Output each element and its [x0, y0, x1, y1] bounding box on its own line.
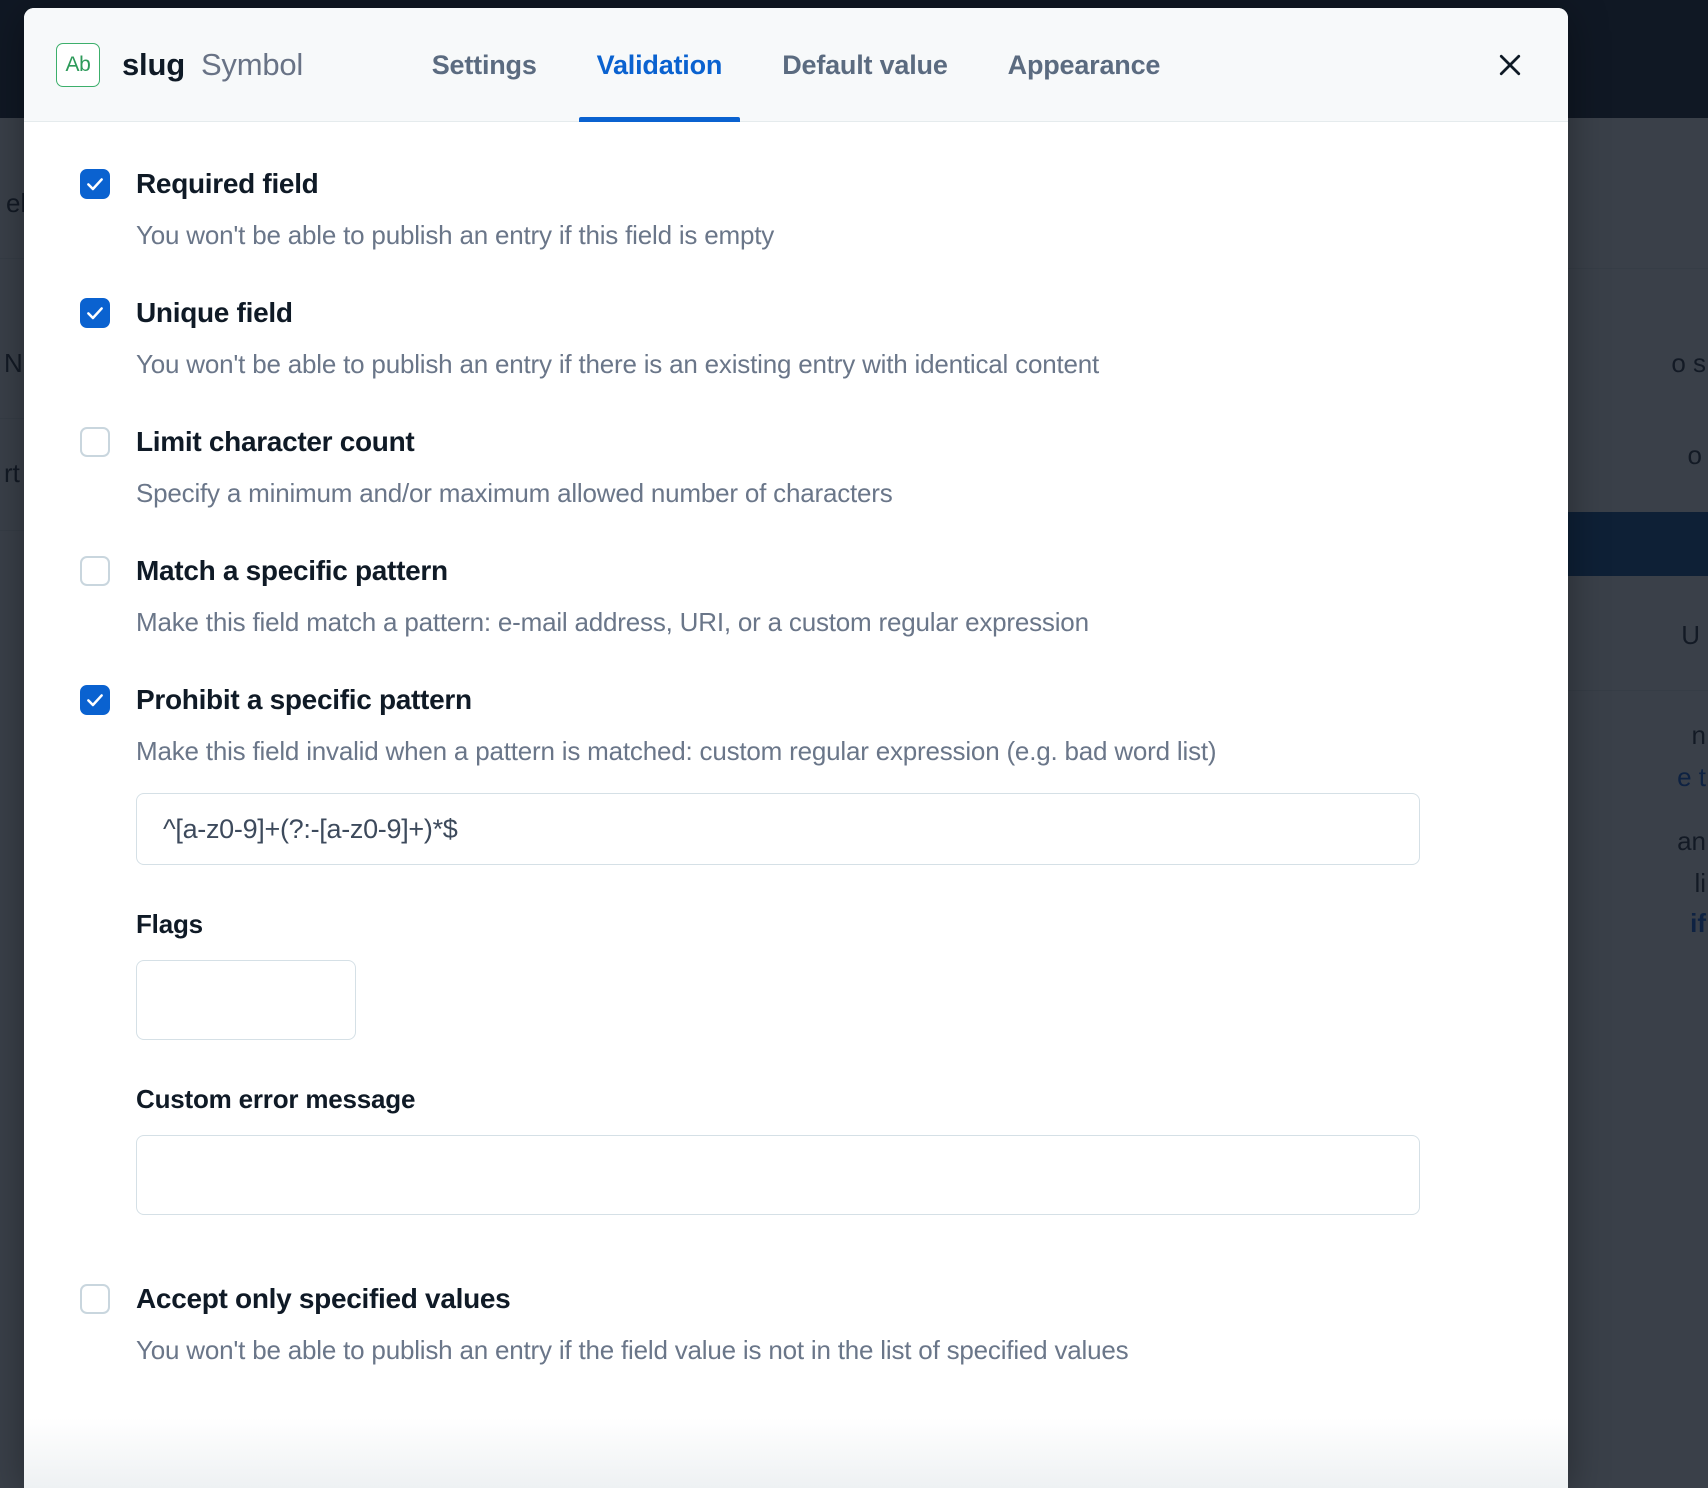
option-match-a-specific-pattern: Match a specific pattern Make this field… [80, 555, 1512, 638]
flags-label: Flags [136, 909, 203, 939]
checkbox-required-field[interactable] [80, 169, 110, 199]
option-description-unique-field: You won't be able to publish an entry if… [136, 349, 1100, 379]
tab-default-value[interactable]: Default value [752, 8, 977, 122]
option-prohibit-a-specific-pattern: Prohibit a specific pattern Make this fi… [80, 684, 1512, 1247]
option-description-required-field: You won't be able to publish an entry if… [136, 220, 775, 250]
option-label-required-field[interactable]: Required field [136, 168, 319, 200]
close-button[interactable] [1488, 43, 1532, 87]
checkbox-accept-only-specified-values[interactable] [80, 1284, 110, 1314]
option-label-match-a-specific-pattern[interactable]: Match a specific pattern [136, 555, 448, 587]
option-accept-only-specified-values: Accept only specified values You won't b… [80, 1283, 1512, 1366]
validation-options-panel: Required field You won't be able to publ… [24, 122, 1568, 1488]
flags-input[interactable] [136, 960, 356, 1040]
check-icon [87, 694, 103, 707]
option-limit-character-count: Limit character count Specify a minimum … [80, 426, 1512, 509]
option-required-field: Required field You won't be able to publ… [80, 168, 1512, 251]
option-description-accept-only-specified-values: You won't be able to publish an entry if… [136, 1335, 1129, 1365]
custom-error-message-input[interactable] [136, 1135, 1420, 1215]
field-settings-modal: Ab slug Symbol Settings Validation Defau… [24, 8, 1568, 1488]
option-label-accept-only-specified-values[interactable]: Accept only specified values [136, 1283, 511, 1315]
custom-error-message-label: Custom error message [136, 1084, 416, 1114]
symbol-type-icon-label: Ab [65, 52, 91, 76]
option-label-unique-field[interactable]: Unique field [136, 297, 293, 329]
checkbox-match-a-specific-pattern[interactable] [80, 556, 110, 586]
tab-validation[interactable]: Validation [567, 8, 753, 122]
checkbox-unique-field[interactable] [80, 298, 110, 328]
check-icon [87, 307, 103, 320]
tab-settings[interactable]: Settings [402, 8, 567, 122]
symbol-type-icon: Ab [56, 42, 100, 87]
modal-header: Ab slug Symbol Settings Validation Defau… [24, 8, 1568, 122]
option-label-prohibit-a-specific-pattern[interactable]: Prohibit a specific pattern [136, 684, 472, 716]
checkbox-prohibit-a-specific-pattern[interactable] [80, 685, 110, 715]
scroll-fade [24, 1418, 1568, 1488]
field-name: slug [122, 46, 185, 82]
regex-pattern-input[interactable] [136, 793, 1420, 865]
option-description-match-a-specific-pattern: Make this field match a pattern: e-mail … [136, 607, 1089, 637]
close-icon [1499, 54, 1521, 75]
check-icon [87, 178, 103, 191]
field-type: Symbol [200, 46, 304, 82]
checkbox-limit-character-count[interactable] [80, 427, 110, 457]
option-description-prohibit-a-specific-pattern: Make this field invalid when a pattern i… [136, 736, 1217, 766]
option-description-limit-character-count: Specify a minimum and/or maximum allowed… [136, 478, 893, 508]
option-label-limit-character-count[interactable]: Limit character count [136, 426, 415, 458]
tab-appearance[interactable]: Appearance [978, 8, 1191, 122]
option-unique-field: Unique field You won't be able to publis… [80, 297, 1512, 380]
prohibit-pattern-settings: Flags Custom error message [136, 793, 1512, 1247]
